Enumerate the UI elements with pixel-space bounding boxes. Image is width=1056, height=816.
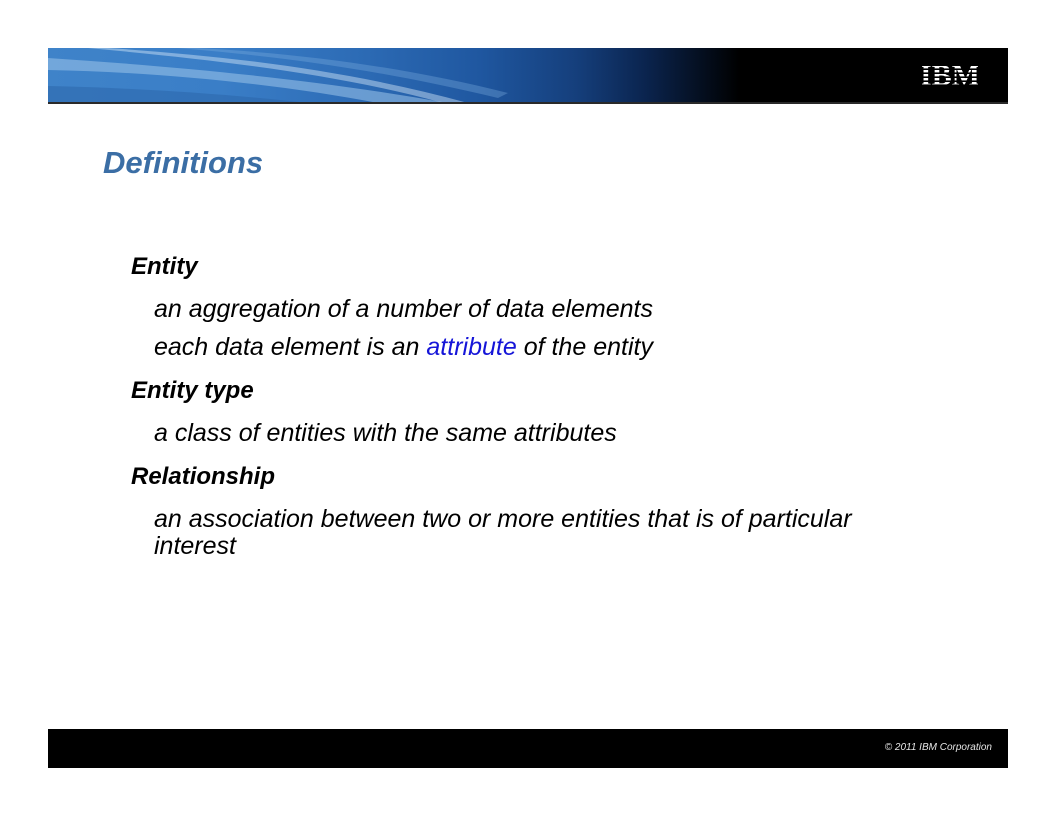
svg-text:IBM: IBM [922, 59, 978, 90]
definition-text: a class of entities with the same attrib… [154, 419, 617, 447]
attribute-link[interactable]: attribute [426, 333, 516, 361]
header-swoosh-graphic [48, 48, 508, 103]
definition-term-relationship: Relationship [131, 463, 276, 490]
definitions-list: Entity an aggregation of a number of dat… [131, 248, 931, 571]
definition-text: an aggregation of a number of data eleme… [154, 295, 653, 323]
header-banner [48, 48, 1008, 103]
header-rule [48, 102, 1008, 104]
definition-term-entity-type: Entity type [131, 377, 254, 404]
definition-term-entity: Entity [131, 253, 198, 280]
slide: IBM Definitions Entity an aggregation of… [0, 0, 1056, 816]
copyright-text: © 2011 IBM Corporation [884, 742, 992, 753]
page-title: Definitions [103, 145, 264, 180]
text-segment: each data element is an [154, 333, 427, 361]
ibm-logo-icon: IBM [922, 59, 978, 90]
definition-text: each data element is an attribute of the… [154, 334, 874, 361]
definition-text: an association between two or more entit… [154, 505, 852, 560]
footer-bar: © 2011 IBM Corporation [48, 729, 1008, 768]
text-segment: of the entity [516, 333, 653, 361]
